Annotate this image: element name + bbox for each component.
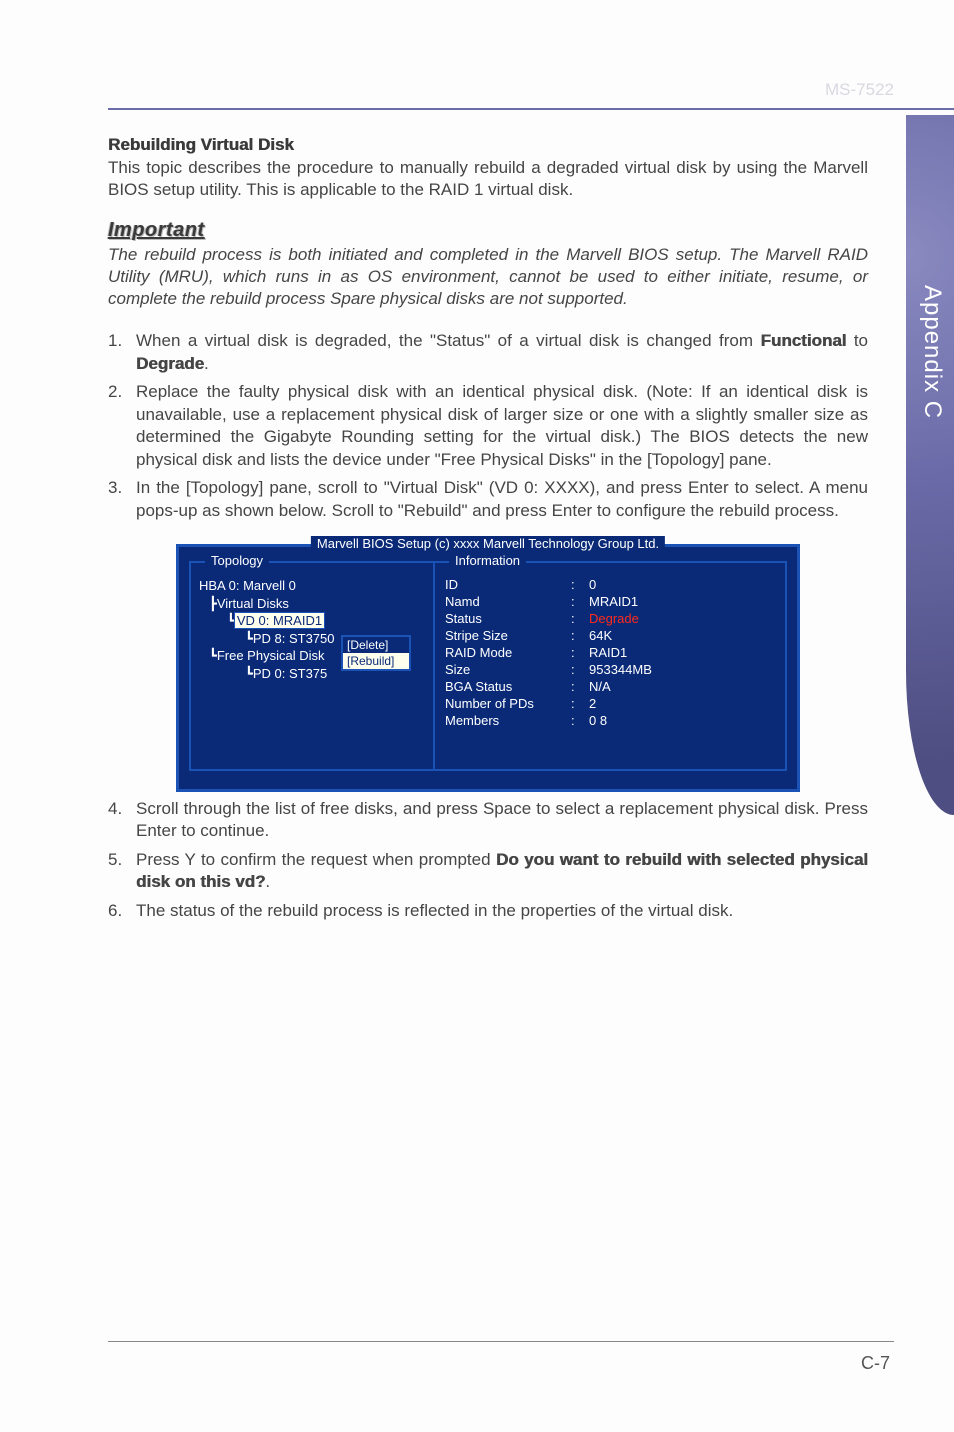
info-val-0: 0 bbox=[589, 577, 775, 592]
tree-hba: HBA 0: Marvell 0 bbox=[199, 577, 427, 595]
steps-lower: Scroll through the list of free disks, a… bbox=[108, 798, 868, 922]
info-val-6: N/A bbox=[589, 679, 775, 694]
info-val-7: 2 bbox=[589, 696, 775, 711]
bios-info-panel: Information ID:0 Namd:MRAID1 Status:Degr… bbox=[433, 561, 787, 771]
info-lbl-0: ID bbox=[445, 577, 565, 592]
step-1-bold-2: Degrade bbox=[136, 354, 204, 373]
tree-vd0[interactable]: ┗VD 0: MRAID1 bbox=[199, 612, 427, 630]
info-val-3: 64K bbox=[589, 628, 775, 643]
step-5-text-c: . bbox=[265, 872, 270, 891]
tree-pd0-label: PD 0: ST375 bbox=[253, 666, 327, 681]
info-lbl-5: Size bbox=[445, 662, 565, 677]
tree-vdisks: ┣Virtual Disks bbox=[199, 595, 427, 613]
step-1-text-a: When a virtual disk is degraded, the "St… bbox=[136, 331, 760, 350]
info-lbl-3: Stripe Size bbox=[445, 628, 565, 643]
step-4: Scroll through the list of free disks, a… bbox=[108, 798, 868, 843]
step-3: In the [Topology] pane, scroll to "Virtu… bbox=[108, 477, 868, 522]
step-5: Press Y to confirm the request when prom… bbox=[108, 849, 868, 894]
step-1-text-e: . bbox=[204, 354, 209, 373]
side-tab-label: Appendix C bbox=[918, 285, 946, 419]
bios-screenshot: Marvell BIOS Setup (c) xxxx Marvell Tech… bbox=[176, 544, 800, 792]
info-lbl-7: Number of PDs bbox=[445, 696, 565, 711]
side-tab: Appendix C bbox=[906, 115, 954, 815]
important-body: The rebuild process is both initiated an… bbox=[108, 244, 868, 310]
bios-title: Marvell BIOS Setup (c) xxxx Marvell Tech… bbox=[311, 536, 665, 551]
tree-vdisks-label: Virtual Disks bbox=[217, 596, 289, 611]
bios-info-grid: ID:0 Namd:MRAID1 Status:Degrade Stripe S… bbox=[445, 577, 775, 728]
tree-freepd-label: Free Physical Disk bbox=[217, 648, 325, 663]
step-1-text-c: to bbox=[846, 331, 868, 350]
tree-pd8-label: PD 8: ST3750 bbox=[253, 631, 335, 646]
bios-topology-panel: Topology HBA 0: Marvell 0 ┣Virtual Disks… bbox=[189, 561, 433, 771]
bios-context-menu: [Delete] [Rebuild] bbox=[341, 635, 411, 671]
info-val-4: RAID1 bbox=[589, 645, 775, 660]
info-val-2: Degrade bbox=[589, 611, 775, 626]
step-1-bold-1: Functional bbox=[760, 331, 846, 350]
step-1: When a virtual disk is degraded, the "St… bbox=[108, 330, 868, 375]
step-6: The status of the rebuild process is ref… bbox=[108, 900, 868, 922]
step-2: Replace the faulty physical disk with an… bbox=[108, 381, 868, 471]
bios-topology-label: Topology bbox=[205, 553, 269, 568]
tree-vd0-label: VD 0: MRAID1 bbox=[235, 613, 324, 628]
info-val-8: 0 8 bbox=[589, 713, 775, 728]
footer-divider bbox=[108, 1341, 894, 1343]
info-lbl-1: Namd bbox=[445, 594, 565, 609]
info-val-5: 953344MB bbox=[589, 662, 775, 677]
doc-id: MS-7522 bbox=[825, 80, 894, 100]
important-heading: Important bbox=[108, 219, 868, 242]
info-lbl-6: BGA Status bbox=[445, 679, 565, 694]
menu-delete[interactable]: [Delete] bbox=[343, 637, 409, 653]
section-title: Rebuilding Virtual Disk bbox=[108, 135, 868, 155]
info-lbl-8: Members bbox=[445, 713, 565, 728]
bios-info-label: Information bbox=[449, 553, 526, 568]
page-number: C-7 bbox=[861, 1353, 890, 1374]
step-5-text-a: Press Y to confirm the request when prom… bbox=[136, 850, 496, 869]
intro-paragraph: This topic describes the procedure to ma… bbox=[108, 157, 868, 201]
header-divider bbox=[108, 108, 954, 110]
menu-rebuild[interactable]: [Rebuild] bbox=[343, 653, 409, 669]
info-lbl-4: RAID Mode bbox=[445, 645, 565, 660]
info-val-1: MRAID1 bbox=[589, 594, 775, 609]
steps-upper: When a virtual disk is degraded, the "St… bbox=[108, 330, 868, 522]
info-lbl-2: Status bbox=[445, 611, 565, 626]
